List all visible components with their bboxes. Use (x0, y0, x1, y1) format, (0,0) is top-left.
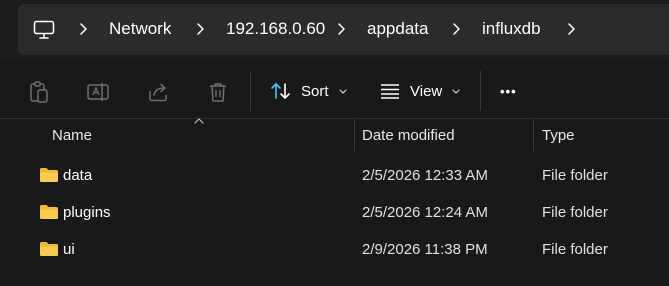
file-name: ui (63, 241, 75, 258)
sort-icon (271, 83, 290, 99)
rename-icon[interactable] (86, 80, 110, 104)
folder-icon (40, 168, 58, 182)
view-label: View (410, 82, 443, 100)
breadcrumb-item-host[interactable]: 192.168.0.60 (226, 17, 325, 41)
view-button[interactable]: View (379, 74, 462, 108)
file-type: File folder (542, 204, 608, 221)
more-options-button[interactable]: ••• (500, 74, 517, 108)
file-date-modified: 2/5/2026 12:33 AM (362, 167, 488, 184)
toolbar-separator (480, 71, 481, 111)
chevron-right-icon[interactable] (336, 19, 348, 39)
column-divider[interactable] (354, 119, 355, 151)
chevron-down-icon (338, 89, 347, 94)
paste-icon[interactable] (27, 80, 51, 104)
file-name: plugins (63, 204, 111, 221)
breadcrumb-item-appdata[interactable]: appdata (367, 17, 428, 41)
file-type: File folder (542, 167, 608, 184)
column-header-type[interactable]: Type (542, 127, 575, 144)
file-name: data (63, 167, 93, 184)
more-options-icon: ••• (500, 83, 517, 99)
toolbar-separator (250, 71, 251, 111)
chevron-right-icon[interactable] (195, 19, 207, 39)
breadcrumb-item-network[interactable]: Network (109, 17, 171, 41)
chevron-down-icon (452, 89, 460, 94)
folder-icon (40, 205, 58, 219)
column-divider[interactable] (533, 119, 534, 151)
column-header-row: Name Date modified Type (0, 118, 669, 151)
list-item[interactable]: data 2/5/2026 12:33 AM File folder (0, 157, 669, 194)
breadcrumb-item-influxdb[interactable]: influxdb (482, 17, 541, 41)
chevron-right-icon[interactable] (566, 19, 578, 39)
file-date-modified: 2/9/2026 11:38 PM (362, 241, 488, 258)
this-pc-icon[interactable] (33, 20, 55, 40)
view-icon (381, 84, 399, 99)
column-header-date-modified[interactable]: Date modified (362, 127, 455, 144)
sort-button[interactable]: Sort (270, 74, 349, 108)
file-date-modified: 2/5/2026 12:24 AM (362, 204, 488, 221)
chevron-right-icon[interactable] (451, 19, 463, 39)
sort-ascending-icon (194, 118, 204, 124)
sort-label: Sort (301, 82, 329, 100)
chevron-right-icon[interactable] (78, 19, 90, 39)
folder-icon (40, 242, 58, 256)
list-item[interactable]: plugins 2/5/2026 12:24 AM File folder (0, 194, 669, 231)
share-icon[interactable] (146, 80, 170, 104)
delete-icon[interactable] (206, 80, 230, 104)
column-header-name[interactable]: Name (52, 127, 92, 144)
list-item[interactable]: ui 2/9/2026 11:38 PM File folder (0, 231, 669, 268)
file-type: File folder (542, 241, 608, 258)
